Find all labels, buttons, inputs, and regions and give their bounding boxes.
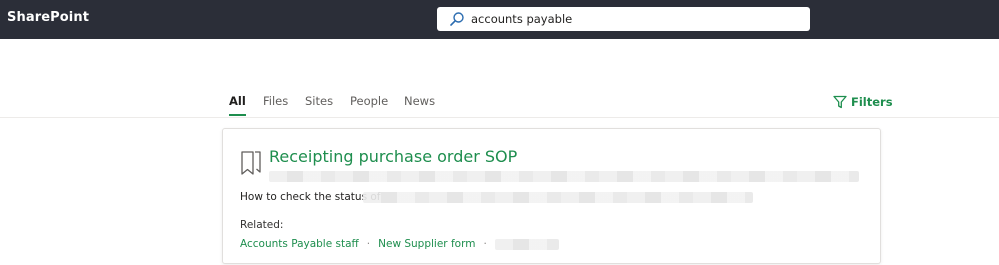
redacted-snippet [363,192,753,203]
tab-people[interactable]: People [350,88,388,116]
related-links: Accounts Payable staff · New Supplier fo… [240,238,559,250]
search-icon [450,12,464,26]
tab-files[interactable]: Files [263,88,288,116]
snippet-text: How to check the status of [240,191,381,203]
result-title[interactable]: Receipting purchase order SOP [269,147,517,166]
top-bar: SharePoint accounts payable [0,0,999,39]
separator-dot: · [366,238,371,250]
filters-button[interactable]: Filters [833,94,893,110]
search-result-card[interactable]: Receipting purchase order SOP How to che… [222,128,881,264]
filter-icon [833,95,847,109]
tab-all[interactable]: All [229,88,246,116]
redacted-related-link [494,238,559,250]
separator-dot: · [483,238,487,250]
related-label: Related: [240,219,284,231]
app-title[interactable]: SharePoint [7,10,89,25]
tab-news[interactable]: News [404,88,435,116]
tabs-divider [0,117,999,118]
search-input[interactable]: accounts payable [471,12,572,26]
search-box[interactable]: accounts payable [437,7,810,31]
tab-sites[interactable]: Sites [305,88,333,116]
document-bookmark-icon [241,151,261,175]
related-link-accounts-payable-staff[interactable]: Accounts Payable staff [240,238,359,250]
redacted-url [269,171,859,182]
related-link-new-supplier-form[interactable]: New Supplier form [378,238,475,250]
result-snippet: How to check the status of [240,191,381,203]
filters-label: Filters [851,95,893,109]
